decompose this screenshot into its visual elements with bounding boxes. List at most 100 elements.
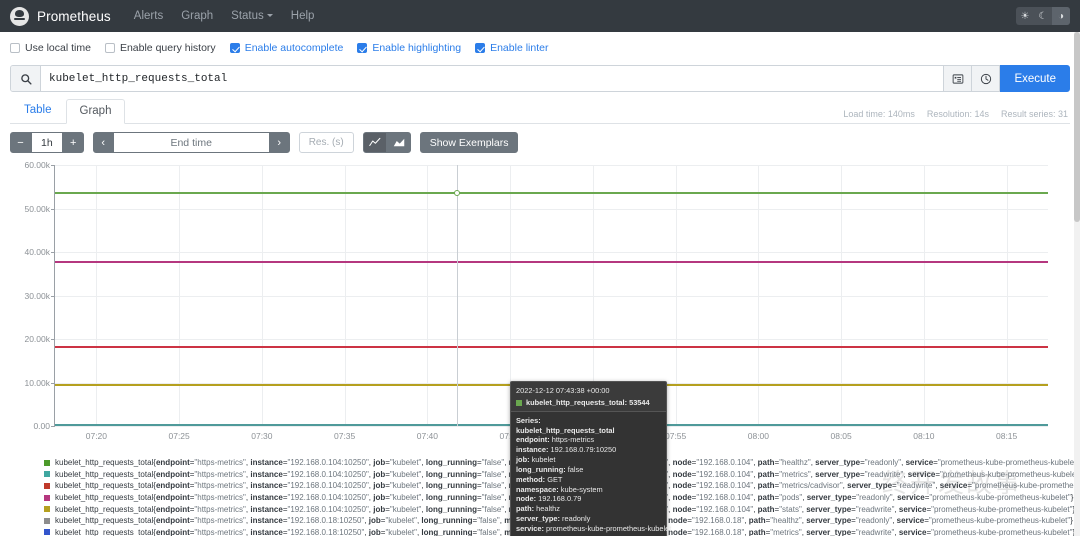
checkbox-enable-linter[interactable] xyxy=(475,43,486,53)
chart-type-group xyxy=(362,132,411,153)
result-tabs: Table Graph Load time: 140ms Resolution:… xyxy=(10,98,1070,124)
y-axis-tick-label: 60.00k xyxy=(24,160,54,170)
y-gridline: 20.00k xyxy=(24,334,1048,344)
series-line xyxy=(55,261,1048,264)
stat-resolution: Resolution: 14s xyxy=(926,109,989,119)
show-exemplars-button[interactable]: Show Exemplars xyxy=(419,132,519,153)
range-decrease-button[interactable]: − xyxy=(10,132,31,153)
stat-result-series: Result series: 31 xyxy=(1000,109,1068,119)
stat-load-time: Load time: 140ms xyxy=(843,109,915,119)
tooltip-color-swatch xyxy=(516,399,522,406)
x-gridline: 08:05 xyxy=(830,165,852,441)
x-axis-tick-label: 08:00 xyxy=(747,431,770,441)
x-gridline: 07:25 xyxy=(168,165,190,441)
brand[interactable]: Prometheus xyxy=(10,6,111,26)
metrics-explorer-button[interactable] xyxy=(944,65,973,92)
page-scrollbar[interactable] xyxy=(1074,32,1080,536)
query-history-button[interactable] xyxy=(972,65,1001,92)
theme-auto-button[interactable]: ◑ xyxy=(1052,7,1070,25)
x-gridline: 08:15 xyxy=(996,165,1017,441)
end-time-input[interactable]: End time xyxy=(113,132,269,153)
range-stepper: − 1h + xyxy=(10,132,84,153)
chevron-down-icon xyxy=(266,14,273,17)
theme-switcher[interactable]: ☀ ☾ ◑ xyxy=(1016,7,1070,25)
tooltip-label-job: job: kubelet xyxy=(516,455,556,465)
line-chart-icon[interactable] xyxy=(362,132,387,153)
option-label: Enable autocomplete xyxy=(244,42,344,54)
nav-link-help[interactable]: Help xyxy=(282,0,324,32)
nav-link-status[interactable]: Status xyxy=(222,0,282,32)
legend-color-swatch xyxy=(44,459,50,466)
y-gridline: 30.00k xyxy=(24,291,1048,301)
resolution-input[interactable]: Res. (s) xyxy=(298,132,354,153)
brand-name: Prometheus xyxy=(37,8,111,24)
x-gridline: 07:30 xyxy=(251,165,273,441)
option-enable-autocomplete[interactable]: Enable autocomplete xyxy=(229,42,344,54)
tooltip-timestamp: 2022-12-12 07:43:38 +00:00 xyxy=(516,386,610,395)
tooltip-label-namespace: namespace: kube-system xyxy=(516,484,603,494)
search-icon xyxy=(11,66,41,91)
theme-light-button[interactable]: ☀ xyxy=(1016,7,1034,25)
x-axis-tick-label: 08:10 xyxy=(913,431,935,441)
y-axis-tick-label: 10.00k xyxy=(24,377,54,388)
execute-button[interactable]: Execute xyxy=(1000,65,1070,92)
cursor-point xyxy=(454,190,461,197)
y-axis-tick-label: 50.00k xyxy=(24,203,54,214)
series-line xyxy=(55,192,1048,195)
x-gridline: 07:35 xyxy=(334,165,355,441)
stacked-chart-icon[interactable] xyxy=(386,132,411,153)
graph-panel: 0.00 10.00k 20.00k 30.00k 40.00k 50.00k 60.00k… xyxy=(10,159,1070,536)
time-next-button[interactable]: › xyxy=(268,132,290,153)
option-enable-query-history[interactable]: Enable query history xyxy=(104,42,216,54)
query-bar: Execute xyxy=(10,65,1070,92)
tooltip-label-method: method: GET xyxy=(516,474,563,484)
checkbox-enable-autocomplete[interactable] xyxy=(229,43,240,53)
x-axis-tick-label: 08:15 xyxy=(995,431,1018,441)
x-gridline: 07:20 xyxy=(86,165,107,441)
scrollbar-thumb[interactable] xyxy=(1074,32,1080,222)
y-gridline: 60.00k xyxy=(24,160,1048,170)
tooltip-label-service: service: prometheus-kube-prometheus-kube… xyxy=(516,523,672,533)
x-axis-tick-label: 07:55 xyxy=(664,431,687,441)
option-enable-linter[interactable]: Enable linter xyxy=(475,42,548,54)
x-axis-tick-label: 07:25 xyxy=(168,431,190,441)
tooltip-series-heading: Series: xyxy=(516,415,541,425)
x-gridline: 08:00 xyxy=(748,165,769,441)
cursor-line xyxy=(457,165,459,426)
checkbox-enable-highlighting[interactable] xyxy=(357,43,368,53)
nav-status-label: Status xyxy=(231,10,264,22)
navbar: Prometheus Alerts Graph Status Help ☀ ☾ … xyxy=(0,0,1080,32)
query-input[interactable] xyxy=(41,72,944,85)
legend-color-swatch xyxy=(44,471,50,478)
tab-graph[interactable]: Graph xyxy=(65,99,126,124)
x-axis-tick-label: 07:40 xyxy=(416,431,439,441)
range-input[interactable]: 1h xyxy=(31,132,63,153)
y-axis-tick-label: 0.00 xyxy=(33,421,54,431)
y-gridline: 40.00k xyxy=(24,247,1048,257)
query-input-group[interactable] xyxy=(10,65,945,92)
query-options-bar: Use local time Enable query history Enab… xyxy=(0,38,1080,58)
checkbox-enable-query-history[interactable] xyxy=(104,43,115,53)
theme-dark-button[interactable]: ☾ xyxy=(1034,7,1052,25)
x-axis-tick-label: 08:05 xyxy=(830,431,852,441)
x-gridline: 07:40 xyxy=(417,165,438,441)
x-axis-tick-label: 07:20 xyxy=(85,431,108,441)
time-prev-button[interactable]: ‹ xyxy=(92,132,114,153)
option-label: Enable linter xyxy=(490,42,549,54)
checkbox-use-local-time[interactable] xyxy=(10,43,20,53)
range-increase-button[interactable]: + xyxy=(62,132,84,153)
option-use-local-time[interactable]: Use local time xyxy=(10,42,91,54)
y-axis-tick-label: 30.00k xyxy=(24,290,54,301)
tooltip-label-server_type: server_type: readonly xyxy=(516,514,591,524)
option-label: Enable highlighting xyxy=(372,42,462,54)
nav-link-graph[interactable]: Graph xyxy=(172,0,222,32)
legend-color-swatch xyxy=(44,482,50,489)
nav-link-alerts[interactable]: Alerts xyxy=(125,0,172,32)
query-stats: Load time: 140ms Resolution: 14s Result … xyxy=(843,109,1068,119)
tooltip-label-instance: instance: 192.168.0.79:10250 xyxy=(516,445,617,455)
option-label: Use local time xyxy=(25,42,91,54)
option-enable-highlighting[interactable]: Enable highlighting xyxy=(357,42,461,54)
prometheus-logo-icon xyxy=(10,6,29,26)
x-gridline: 08:10 xyxy=(913,165,935,441)
tab-table[interactable]: Table xyxy=(10,98,66,123)
